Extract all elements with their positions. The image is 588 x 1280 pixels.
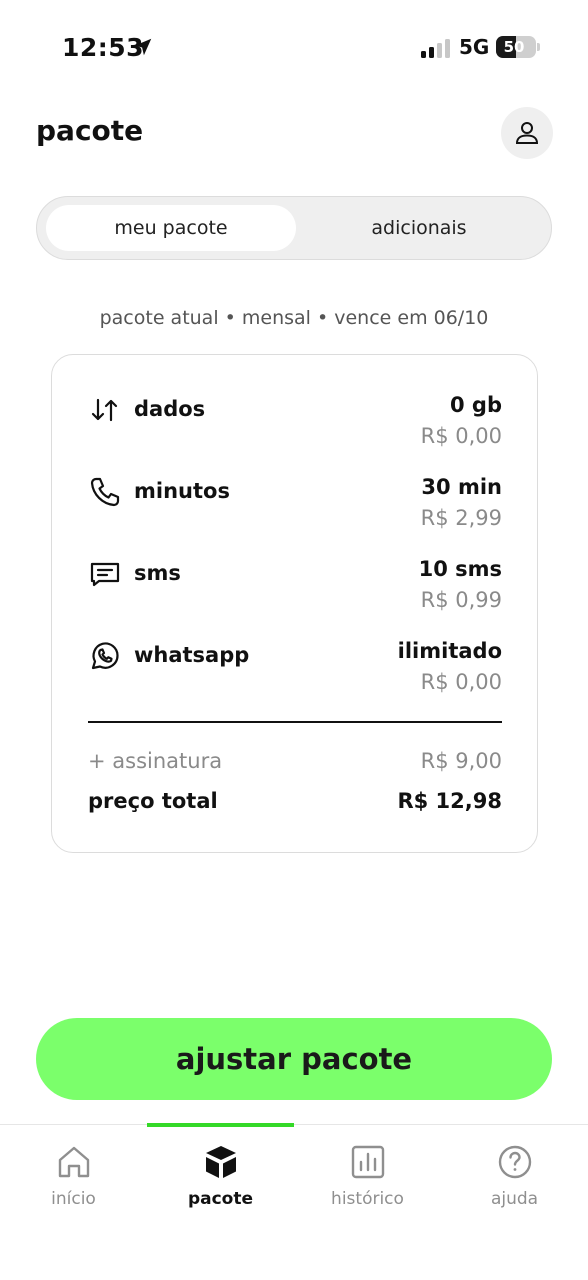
subscription-price: R$ 9,00 [420, 749, 502, 773]
plan-item-label: minutos [134, 479, 230, 503]
plan-item-dados: dados 0 gb R$ 0,00 [88, 393, 502, 463]
tab-meu-pacote[interactable]: meu pacote [46, 205, 296, 251]
plan-item-amount: 10 sms [418, 557, 502, 581]
data-transfer-icon [88, 393, 122, 427]
nav-label: histórico [331, 1189, 404, 1209]
network-type: 5G [459, 35, 490, 59]
user-icon [515, 122, 539, 144]
help-icon [496, 1143, 534, 1181]
plan-subtitle: pacote atual • mensal • vence em 06/10 [99, 307, 489, 329]
plan-item-price: R$ 2,99 [420, 506, 502, 530]
whatsapp-icon [88, 639, 122, 673]
message-icon [88, 557, 122, 591]
nav-active-indicator [147, 1123, 294, 1127]
nav-item-pacote[interactable]: pacote [147, 1143, 294, 1223]
total-label: preço total [88, 789, 218, 813]
plan-item-price: R$ 0,99 [420, 588, 502, 612]
plan-item-minutos: minutos 30 min R$ 2,99 [88, 475, 502, 545]
subscription-row: + assinatura R$ 9,00 [88, 749, 502, 779]
plan-item-label: dados [134, 397, 206, 421]
battery-cap [537, 43, 540, 51]
plan-card: dados 0 gb R$ 0,00 minutos 30 min R$ 2,9… [51, 354, 538, 853]
profile-button[interactable] [501, 107, 553, 159]
total-row: preço total R$ 12,98 [88, 789, 502, 819]
home-icon [55, 1143, 93, 1181]
plan-item-sms: sms 10 sms R$ 0,99 [88, 557, 502, 627]
phone-icon [88, 475, 122, 509]
plan-item-amount: 30 min [421, 475, 502, 499]
chart-icon [349, 1143, 387, 1181]
package-icon [202, 1143, 240, 1181]
plan-tabs: meu pacote adicionais [36, 196, 552, 260]
adjust-plan-button[interactable]: ajustar pacote [36, 1018, 552, 1100]
card-divider [88, 721, 502, 723]
nav-item-ajuda[interactable]: ajuda [441, 1143, 588, 1223]
plan-item-price: R$ 0,00 [420, 424, 502, 448]
plan-item-amount: 0 gb [450, 393, 502, 417]
page-title: pacote [36, 114, 144, 147]
signal-icon [421, 39, 450, 58]
plan-item-amount: ilimitado [397, 639, 502, 663]
nav-item-inicio[interactable]: início [0, 1143, 147, 1223]
tab-adicionais[interactable]: adicionais [294, 205, 544, 251]
battery-percentage: 50 [503, 38, 525, 56]
total-price: R$ 12,98 [397, 789, 502, 813]
subscription-label: + assinatura [88, 749, 223, 773]
plan-item-label: sms [134, 561, 181, 585]
nav-label: pacote [187, 1189, 254, 1209]
nav-label: início [51, 1189, 96, 1209]
location-arrow-icon [134, 38, 152, 56]
plan-item-label: whatsapp [134, 643, 250, 667]
plan-item-price: R$ 0,00 [420, 670, 502, 694]
status-bar: 12:53 5G 50 [0, 0, 588, 96]
plan-item-whatsapp: whatsapp ilimitado R$ 0,00 [88, 639, 502, 709]
nav-label: ajuda [490, 1189, 539, 1209]
nav-item-historico[interactable]: histórico [294, 1143, 441, 1223]
battery-icon: 50 [496, 36, 536, 58]
bottom-nav: início pacote histórico ajuda [0, 1123, 588, 1280]
